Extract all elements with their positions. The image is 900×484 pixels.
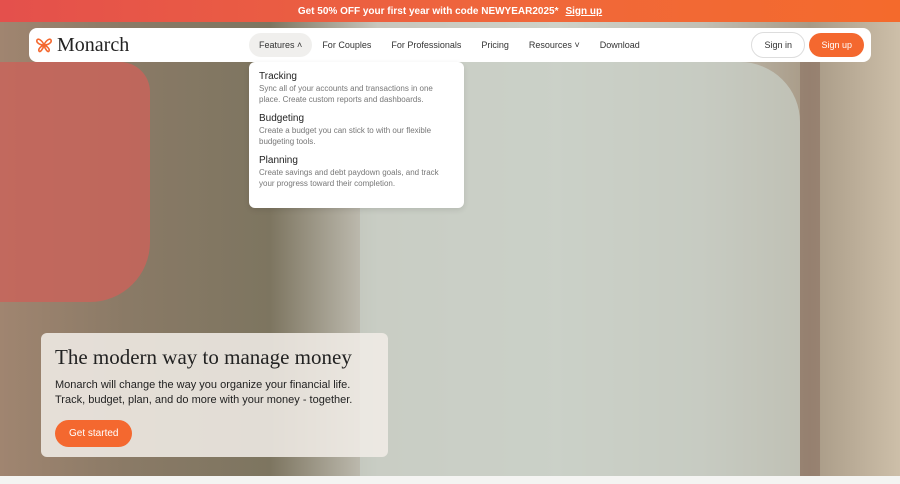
menu-item-budgeting[interactable]: Budgeting Create a budget you can stick t… <box>259 113 454 147</box>
nav-for-couples[interactable]: For Couples <box>312 33 381 57</box>
nav-resources[interactable]: Resources ˅ <box>519 33 590 57</box>
hero-card: The modern way to manage money Monarch w… <box>41 333 388 457</box>
sign-up-button[interactable]: Sign up <box>809 33 864 57</box>
chevron-up-icon: ˄ <box>297 40 303 50</box>
nav-links: Features ˄ For Couples For Professionals… <box>249 33 650 57</box>
menu-item-tracking[interactable]: Tracking Sync all of your accounts and tr… <box>259 71 454 105</box>
nav-for-professionals[interactable]: For Professionals <box>381 33 471 57</box>
page-bottom <box>0 476 900 484</box>
hero-shape <box>0 62 150 302</box>
navbar: Monarch Features ˄ For Couples For Profe… <box>29 28 871 62</box>
features-dropdown: Tracking Sync all of your accounts and tr… <box>249 62 464 208</box>
nav-resources-label: Resources <box>528 40 572 50</box>
hero-line-2: Track, budget, plan, and do more with yo… <box>55 394 353 406</box>
menu-item-desc: Create a budget you can stick to with ou… <box>259 126 432 146</box>
menu-item-planning[interactable]: Planning Create savings and debt paydown … <box>259 155 454 189</box>
hero-line-1: Monarch will change the way you organize… <box>55 379 351 391</box>
menu-item-title: Tracking <box>259 71 297 82</box>
butterfly-icon <box>36 38 52 53</box>
nav-features[interactable]: Features ˄ <box>249 33 313 57</box>
logo[interactable]: Monarch <box>35 34 129 57</box>
hero-title: The modern way to manage money <box>55 345 352 369</box>
sign-in-button[interactable]: Sign in <box>751 32 805 58</box>
promo-signup-link[interactable]: Sign up <box>565 6 602 17</box>
menu-item-title: Budgeting <box>259 113 305 124</box>
nav-features-label: Features <box>259 40 295 50</box>
nav-pricing[interactable]: Pricing <box>471 33 519 57</box>
menu-item-desc: Create savings and debt paydown goals, a… <box>259 168 439 188</box>
hero-shape <box>800 62 820 476</box>
get-started-button[interactable]: Get started <box>55 420 133 447</box>
promo-text: Get 50% OFF your first year with code NE… <box>297 5 559 17</box>
nav-download[interactable]: Download <box>590 33 650 57</box>
promo-banner: Get 50% OFF your first year with code NE… <box>0 0 900 22</box>
logo-text: Monarch <box>57 33 130 56</box>
menu-item-title: Planning <box>259 155 298 166</box>
chevron-down-icon: ˅ <box>574 40 580 50</box>
menu-item-desc: Sync all of your accounts and transactio… <box>259 84 433 104</box>
